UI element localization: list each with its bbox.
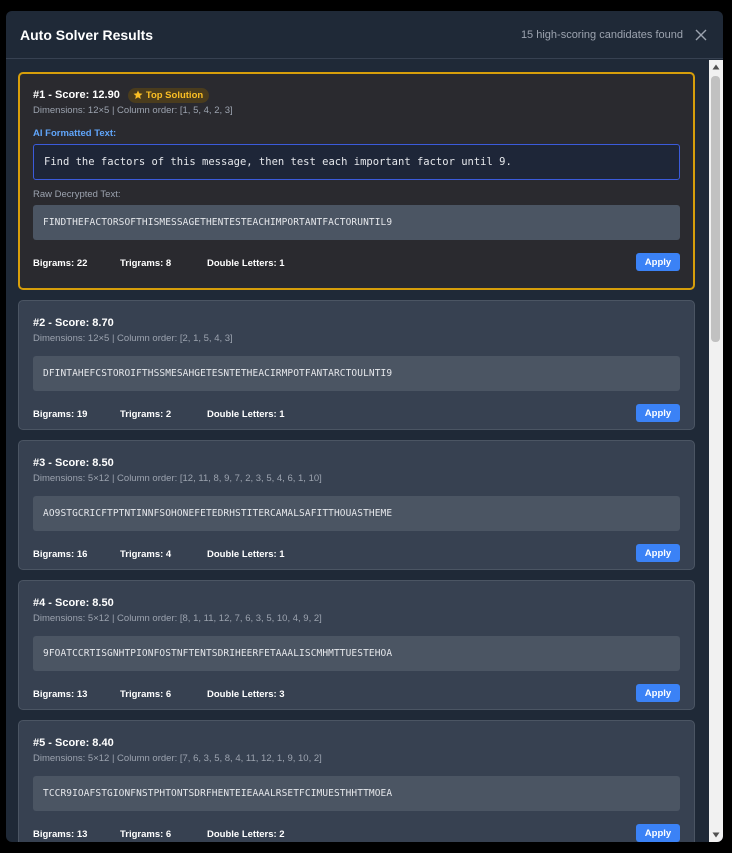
apply-button[interactable]: Apply xyxy=(636,684,680,702)
result-card-5: #5 - Score: 8.40 Dimensions: 5×12 | Colu… xyxy=(18,720,695,842)
apply-button[interactable]: Apply xyxy=(636,253,680,271)
close-button[interactable] xyxy=(693,27,709,43)
result-meta: Dimensions: 5×12 | Column order: [8, 1, … xyxy=(33,613,322,624)
ai-formatted-label: AI Formatted Text: xyxy=(33,128,117,139)
double-letters-stat: Double Letters: 1 xyxy=(207,548,285,560)
candidate-count: 15 high-scoring candidates found xyxy=(520,28,683,41)
double-letters-stat: Double Letters: 1 xyxy=(207,408,285,420)
apply-button[interactable]: Apply xyxy=(636,544,680,562)
results-scroll-area[interactable]: #1 - Score: 12.90 Top Solution Dimension… xyxy=(6,60,723,842)
vertical-scrollbar[interactable] xyxy=(709,60,723,842)
result-meta: Dimensions: 12×5 | Column order: [2, 1, … xyxy=(33,333,233,344)
top-solution-label: Top Solution xyxy=(145,89,204,101)
top-solution-badge: Top Solution xyxy=(127,87,210,103)
scroll-thumb[interactable] xyxy=(711,76,720,342)
result-stats: Bigrams: 16 Trigrams: 4 Double Letters: … xyxy=(33,531,680,577)
double-letters-stat: Double Letters: 3 xyxy=(207,688,285,700)
raw-decrypted-label: Raw Decrypted Text: xyxy=(33,189,121,200)
trigrams-stat: Trigrams: 6 xyxy=(120,828,172,840)
double-letters-stat: Double Letters: 1 xyxy=(207,257,285,269)
auto-solver-modal: Auto Solver Results 15 high-scoring cand… xyxy=(6,11,723,842)
bigrams-stat: Bigrams: 13 xyxy=(33,688,88,700)
scroll-up-button[interactable] xyxy=(709,60,723,74)
trigrams-stat: Trigrams: 4 xyxy=(120,548,172,560)
results-list: #1 - Score: 12.90 Top Solution Dimension… xyxy=(18,72,695,842)
apply-button[interactable]: Apply xyxy=(636,404,680,422)
result-card-4: #4 - Score: 8.50 Dimensions: 5×12 | Colu… xyxy=(18,580,695,710)
close-icon xyxy=(695,29,707,40)
result-title: #2 - Score: 8.70 xyxy=(33,317,114,329)
result-meta: Dimensions: 5×12 | Column order: [12, 11… xyxy=(33,473,322,484)
decrypted-text: 9FOATCCRTISGNHTPIONFOSTNFTENTSDRIHEERFET… xyxy=(33,636,680,671)
trigrams-stat: Trigrams: 6 xyxy=(120,688,172,700)
result-card-3: #3 - Score: 8.50 Dimensions: 5×12 | Colu… xyxy=(18,440,695,570)
result-card-2: #2 - Score: 8.70 Dimensions: 12×5 | Colu… xyxy=(18,300,695,430)
decrypted-text: FINDTHEFACTORSOFTHISMESSAGETHENTESTEACHI… xyxy=(33,205,680,240)
result-card-1: #1 - Score: 12.90 Top Solution Dimension… xyxy=(18,72,695,290)
result-title: #3 - Score: 8.50 xyxy=(33,457,114,469)
trigrams-stat: Trigrams: 8 xyxy=(120,257,172,269)
bigrams-stat: Bigrams: 19 xyxy=(33,408,88,420)
result-title: #4 - Score: 8.50 xyxy=(33,597,114,609)
apply-button[interactable]: Apply xyxy=(636,824,680,842)
double-letters-stat: Double Letters: 2 xyxy=(207,828,285,840)
arrow-up-icon xyxy=(712,64,720,70)
scroll-down-button[interactable] xyxy=(709,828,723,842)
decrypted-text: TCCR9IOAFSTGIONFNSTPHTONTSDRFHENTEIEAAAL… xyxy=(33,776,680,811)
arrow-down-icon xyxy=(712,832,720,838)
ai-formatted-text: Find the factors of this message, then t… xyxy=(33,144,680,180)
decrypted-text: AO9STGCRICFTPTNTINNFSOHONEFETEDRHSTITERC… xyxy=(33,496,680,531)
trigrams-stat: Trigrams: 2 xyxy=(120,408,172,420)
modal-header: Auto Solver Results 15 high-scoring cand… xyxy=(6,11,723,59)
result-stats: Bigrams: 13 Trigrams: 6 Double Letters: … xyxy=(33,811,680,842)
star-icon xyxy=(133,90,143,99)
bigrams-stat: Bigrams: 13 xyxy=(33,828,88,840)
modal-title: Auto Solver Results xyxy=(20,26,154,43)
result-title: #1 - Score: 12.90 xyxy=(33,89,120,101)
decrypted-text: DFINTAHEFCSTOROIFTHSSMESAHGETESNTETHEACI… xyxy=(33,356,680,391)
result-stats: Bigrams: 22 Trigrams: 8 Double Letters: … xyxy=(33,240,680,286)
result-stats: Bigrams: 13 Trigrams: 6 Double Letters: … xyxy=(33,671,680,717)
result-meta: Dimensions: 5×12 | Column order: [7, 6, … xyxy=(33,753,322,764)
result-stats: Bigrams: 19 Trigrams: 2 Double Letters: … xyxy=(33,391,680,437)
result-meta: Dimensions: 12×5 | Column order: [1, 5, … xyxy=(33,105,233,116)
result-title: #5 - Score: 8.40 xyxy=(33,737,114,749)
bigrams-stat: Bigrams: 22 xyxy=(33,257,88,269)
bigrams-stat: Bigrams: 16 xyxy=(33,548,88,560)
